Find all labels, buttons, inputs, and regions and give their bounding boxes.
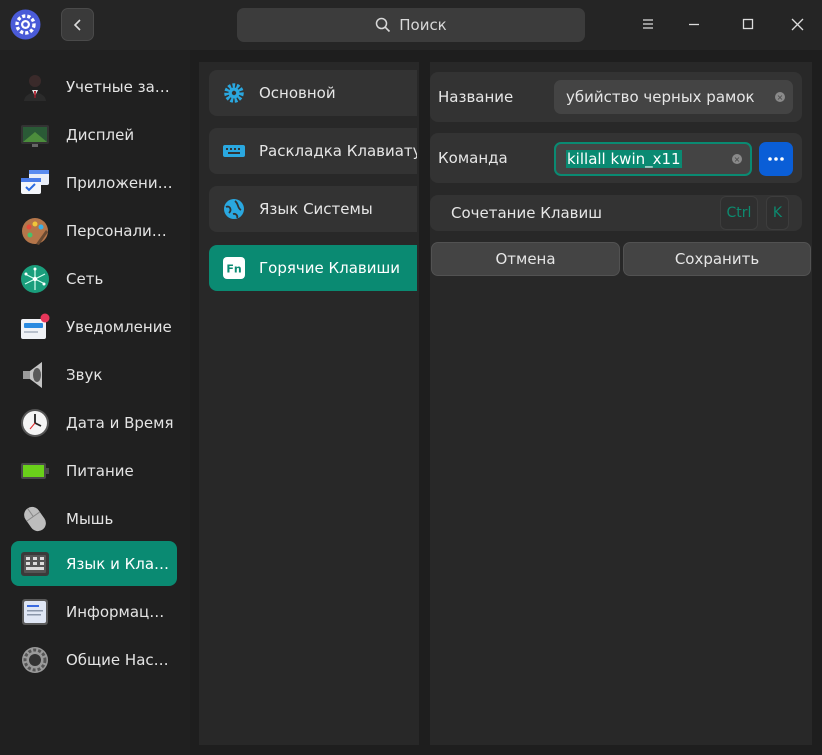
fn-key-icon: Fn <box>223 257 245 279</box>
personalization-icon <box>22 217 48 245</box>
minimize-button[interactable] <box>682 12 706 36</box>
sidebar-item-label: Уведомление <box>66 317 172 336</box>
sidebar-item-mouse[interactable]: Мышь <box>11 496 177 541</box>
clear-icon[interactable]: × <box>732 154 742 164</box>
system-info-icon <box>22 598 48 625</box>
svg-text:Fn: Fn <box>226 263 241 276</box>
subnav-item-general[interactable]: Основной <box>209 70 417 116</box>
sidebar-item-label: Дисплей <box>66 125 135 144</box>
sidebar-item-label: Общие Настр... <box>66 650 174 669</box>
sidebar-item-label: Питание <box>66 461 134 480</box>
sidebar-item-system-info[interactable]: Информация ... <box>11 589 177 634</box>
command-value: killall kwin_x11 <box>566 150 682 168</box>
browse-button[interactable] <box>759 142 793 176</box>
sidebar-item-sound[interactable]: Звук <box>11 352 177 397</box>
menu-icon <box>643 19 653 29</box>
gear-icon <box>224 83 244 103</box>
subnav-panel: Основной Раскладка Клавиатуры Язык Систе… <box>199 62 419 745</box>
name-field[interactable]: убийство черных рамок × <box>554 80 793 114</box>
sidebar-item-label: Язык и Клави... <box>66 554 174 573</box>
subnav-item-label: Раскладка Клавиатуры <box>259 142 417 160</box>
subnav-item-label: Горячие Клавиши <box>259 259 400 277</box>
close-button[interactable] <box>785 12 809 36</box>
sidebar-item-label: Персонализа... <box>66 221 174 240</box>
subnav-item-label: Основной <box>259 84 336 102</box>
shortcut-key-ctrl: Ctrl <box>720 196 758 230</box>
command-row: Команда killall kwin_x11 × <box>430 133 802 183</box>
close-icon <box>791 18 803 30</box>
shortcut-label: Сочетание Клавиш <box>451 204 602 222</box>
sidebar-item-accounts[interactable]: Учетные запи... <box>11 64 177 109</box>
sidebar-item-general[interactable]: Общие Настр... <box>11 637 177 682</box>
sidebar-item-language-keyboard[interactable]: Язык и Клави... <box>11 541 177 586</box>
sidebar-item-personalization[interactable]: Персонализа... <box>11 208 177 253</box>
clock-icon <box>21 408 49 437</box>
sidebar-item-default-apps[interactable]: Приложения ... <box>11 160 177 205</box>
notification-icon <box>21 313 50 339</box>
title-bar: Поиск <box>0 0 822 50</box>
more-icon <box>768 157 784 161</box>
globe-icon <box>224 199 244 219</box>
minimize-icon <box>689 23 699 26</box>
sidebar-item-label: Приложения ... <box>66 173 174 192</box>
default-apps-icon <box>21 169 49 194</box>
subnav-item-label: Язык Системы <box>259 200 373 218</box>
sidebar-item-label: Информация ... <box>66 602 174 621</box>
display-icon <box>21 124 49 147</box>
cancel-button[interactable]: Отмена <box>431 242 620 276</box>
chevron-left-icon <box>73 18 81 31</box>
subnav-item-hotkeys[interactable]: Fn Горячие Клавиши <box>209 245 417 291</box>
subnav-item-system-language[interactable]: Язык Системы <box>209 186 417 232</box>
shortcut-key-k: K <box>766 196 789 230</box>
name-label: Название <box>438 88 514 106</box>
sidebar-item-label: Звук <box>66 365 103 384</box>
command-field[interactable]: killall kwin_x11 × <box>554 142 752 176</box>
sidebar-item-notification[interactable]: Уведомление <box>11 304 177 349</box>
sound-icon <box>23 361 42 388</box>
menu-button[interactable] <box>636 12 660 36</box>
sidebar-item-display[interactable]: Дисплей <box>11 112 177 157</box>
search-placeholder: Поиск <box>399 16 447 34</box>
user-accounts-icon <box>24 74 46 101</box>
sidebar-item-power[interactable]: Питание <box>11 448 177 493</box>
search-icon <box>375 17 391 33</box>
sidebar-item-label: Мышь <box>66 509 114 528</box>
sidebar-item-label: Сеть <box>66 269 104 288</box>
keyboard-layout-icon <box>223 145 245 157</box>
command-label: Команда <box>438 149 508 167</box>
sidebar: Учетные запи... Дисплей Приложения ... <box>0 50 190 755</box>
sidebar-item-datetime[interactable]: Дата и Время <box>11 400 177 445</box>
name-value: убийство черных рамок <box>566 88 755 106</box>
maximize-button[interactable] <box>736 12 760 36</box>
mouse-icon <box>24 506 46 531</box>
keyboard-icon <box>21 551 49 576</box>
sidebar-item-network[interactable]: Сеть <box>11 256 177 301</box>
settings-app-icon <box>10 9 41 40</box>
network-icon <box>21 264 49 293</box>
sidebar-item-label: Учетные запи... <box>66 77 174 96</box>
maximize-icon <box>742 18 754 30</box>
clear-icon[interactable]: × <box>775 92 785 102</box>
general-settings-icon <box>22 646 48 673</box>
back-button[interactable] <box>61 8 94 41</box>
save-button[interactable]: Сохранить <box>623 242 811 276</box>
search-input[interactable]: Поиск <box>237 8 585 42</box>
subnav-item-keyboard-layout[interactable]: Раскладка Клавиатуры <box>209 128 417 174</box>
name-row: Название убийство черных рамок × <box>430 72 802 122</box>
sidebar-item-label: Дата и Время <box>66 413 174 432</box>
battery-icon <box>21 462 49 479</box>
